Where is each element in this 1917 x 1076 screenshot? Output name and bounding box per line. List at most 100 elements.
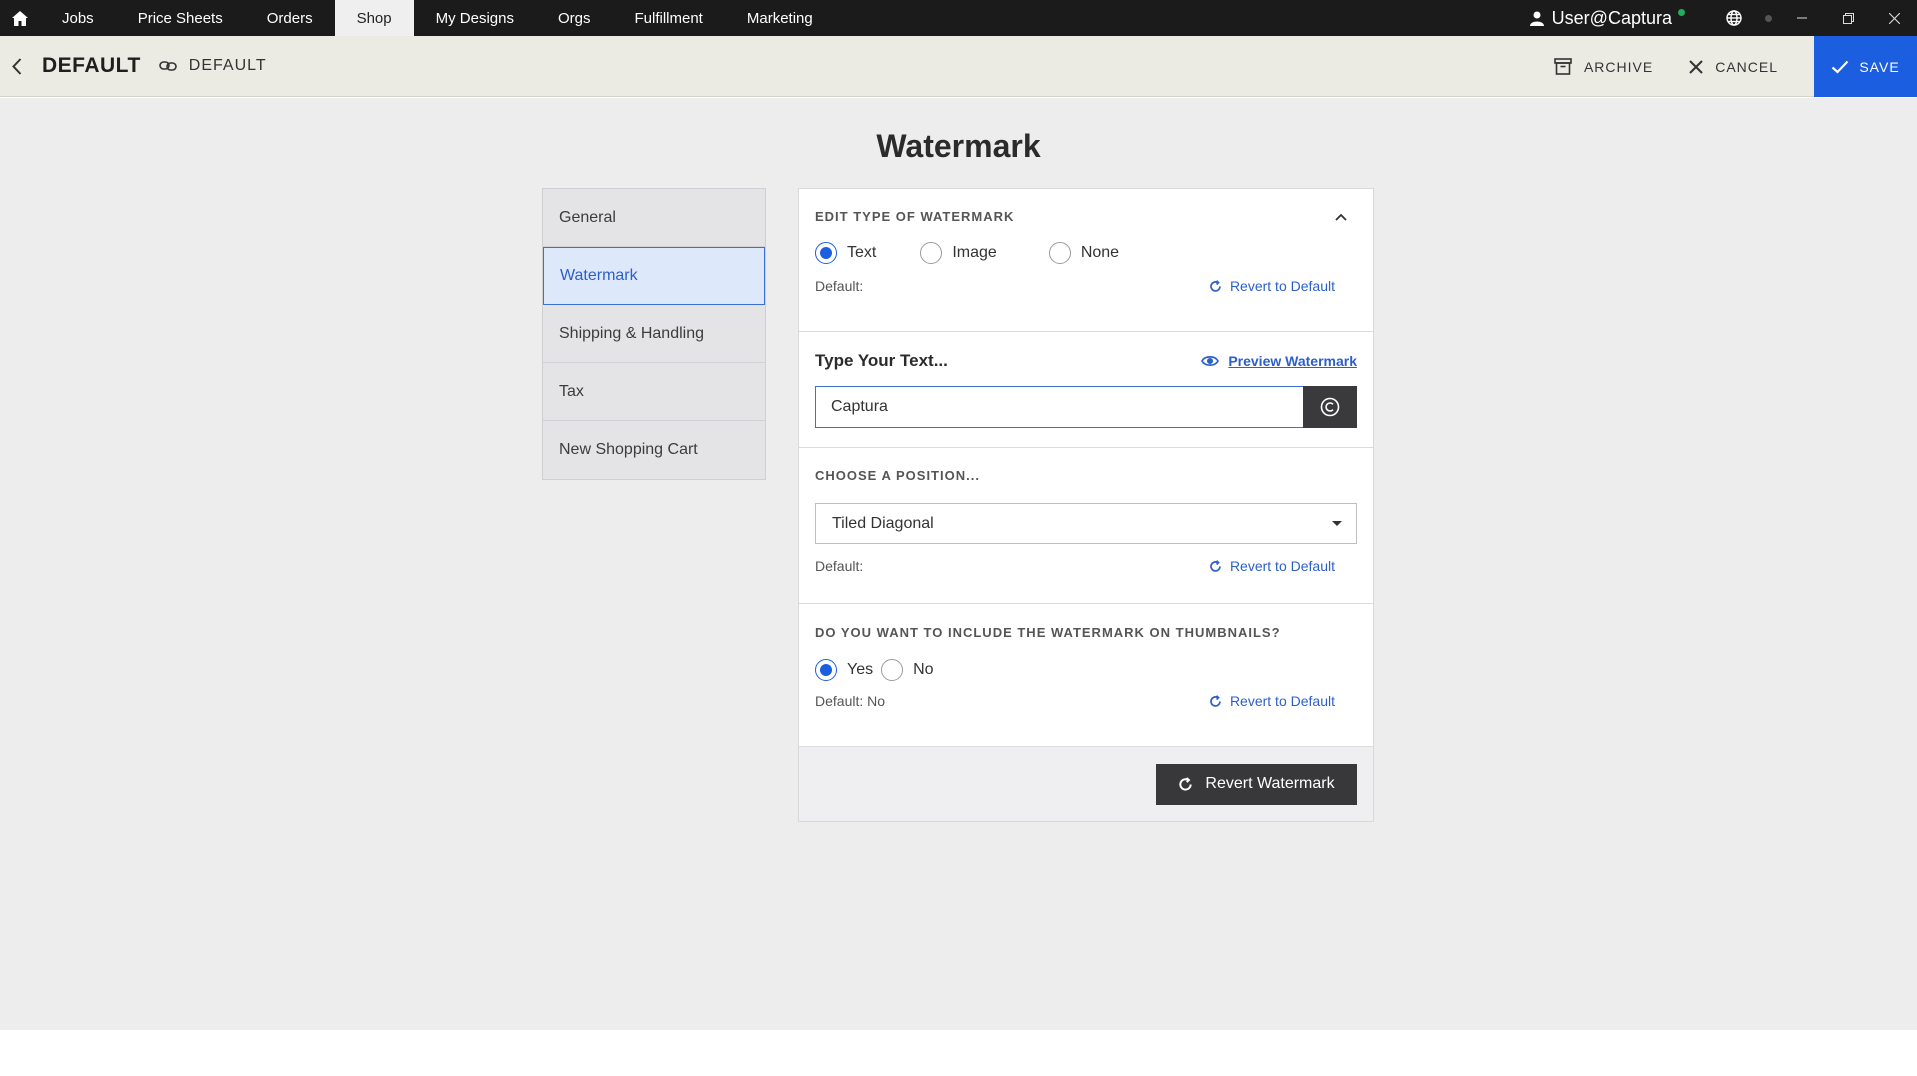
nav-jobs[interactable]: Jobs — [40, 0, 116, 36]
archive-button[interactable]: ARCHIVE — [1554, 58, 1653, 75]
nav-shop[interactable]: Shop — [334, 0, 414, 36]
radio-yes-label: Yes — [847, 661, 874, 678]
archive-icon — [1554, 58, 1572, 75]
cancel-button[interactable]: CANCEL — [1689, 59, 1778, 75]
position-selected-value: Tiled Diagonal — [832, 514, 934, 532]
position-revert-label: Revert to Default — [1229, 558, 1335, 574]
thumbnails-title: DO YOU WANT TO INCLUDE THE WATERMARK ON … — [815, 625, 1281, 640]
sidebar-item-shipping-handling[interactable]: Shipping & Handling — [543, 305, 765, 363]
cancel-label: CANCEL — [1715, 58, 1778, 75]
type-revert-to-default[interactable]: Revert to Default — [1209, 278, 1335, 294]
radio-circle — [1048, 242, 1071, 264]
nav-my-designs[interactable]: My Designs — [414, 0, 536, 36]
eye-icon — [1201, 356, 1220, 366]
refresh-icon — [1179, 776, 1193, 791]
user-name: User@Captura — [1551, 7, 1672, 28]
minimize-icon — [1797, 17, 1807, 19]
header-actions: ARCHIVE CANCEL SAVE — [1554, 36, 1917, 97]
watermark-type-title: EDIT TYPE OF WATERMARK — [815, 209, 1015, 224]
watermark-position-section: CHOOSE A POSITION... Tiled Diagonal Defa… — [799, 448, 1373, 604]
radio-image[interactable]: Image — [920, 242, 997, 264]
copyright-icon — [1320, 397, 1340, 417]
preview-watermark-label: Preview Watermark — [1228, 353, 1357, 369]
restore-button[interactable] — [1825, 0, 1871, 36]
caret-down-icon — [1332, 521, 1342, 526]
refresh-icon — [1210, 559, 1221, 572]
settings-sidebar: General Watermark Shipping & Handling Ta… — [542, 188, 766, 480]
radio-text[interactable]: Text — [815, 242, 876, 264]
watermark-type-section: EDIT TYPE OF WATERMARK Text Image None D… — [799, 189, 1373, 332]
online-status-dot — [1678, 8, 1685, 16]
restore-icon — [1842, 12, 1854, 24]
nav-fulfillment[interactable]: Fulfillment — [613, 0, 725, 36]
copyright-symbol-button[interactable] — [1303, 386, 1357, 428]
type-your-text-label: Type Your Text... — [815, 351, 948, 370]
radio-circle — [881, 659, 904, 681]
top-navigation: Jobs Price Sheets Orders Shop My Designs… — [0, 0, 1917, 36]
linked-name: DEFAULT — [188, 57, 267, 74]
refresh-icon — [1210, 694, 1221, 707]
radio-circle — [920, 242, 943, 264]
nav-orgs[interactable]: Orgs — [536, 0, 613, 36]
position-select[interactable]: Tiled Diagonal — [815, 503, 1357, 544]
watermark-thumbnails-section: DO YOU WANT TO INCLUDE THE WATERMARK ON … — [799, 604, 1373, 747]
watermark-text-input[interactable] — [815, 386, 1303, 428]
revert-watermark-button[interactable]: Revert Watermark — [1156, 763, 1357, 805]
position-title: CHOOSE A POSITION... — [815, 468, 980, 483]
radio-circle — [815, 659, 837, 681]
radio-none-label: None — [1080, 244, 1120, 261]
close-icon — [1888, 12, 1900, 24]
check-icon — [1832, 60, 1849, 74]
revert-watermark-label: Revert Watermark — [1205, 775, 1335, 792]
radio-none[interactable]: None — [1048, 242, 1120, 264]
sidebar-item-tax[interactable]: Tax — [543, 363, 765, 421]
position-default-value: Default: — [815, 558, 864, 574]
type-revert-label: Revert to Default — [1229, 278, 1335, 294]
refresh-icon — [1210, 279, 1221, 292]
language-button[interactable] — [1711, 0, 1757, 36]
thumbnails-default-value: Default: No — [815, 693, 886, 709]
radio-no-label: No — [913, 661, 934, 678]
type-default-value: Default: — [815, 278, 864, 294]
sub-header: DEFAULT DEFAULT ARCHIVE CANCEL SAVE — [0, 36, 1917, 97]
position-revert-to-default[interactable]: Revert to Default — [1209, 558, 1335, 574]
dot-icon — [1764, 14, 1772, 22]
radio-yes[interactable]: Yes — [815, 659, 873, 681]
link-icon — [158, 61, 177, 71]
watermark-panel: EDIT TYPE OF WATERMARK Text Image None D… — [798, 188, 1374, 822]
user-icon — [1529, 11, 1544, 26]
back-button[interactable] — [2, 36, 32, 97]
nav-marketing[interactable]: Marketing — [725, 0, 835, 36]
archive-label: ARCHIVE — [1583, 58, 1654, 75]
home-icon — [12, 10, 28, 26]
radio-circle — [815, 242, 837, 264]
save-button[interactable]: SAVE — [1814, 36, 1917, 97]
home-button[interactable] — [0, 0, 40, 36]
chevron-up-icon[interactable] — [1335, 213, 1347, 221]
main-content: Watermark General Watermark Shipping & H… — [0, 98, 1917, 1030]
chevron-left-icon — [12, 57, 22, 75]
panel-footer: Revert Watermark — [799, 747, 1373, 821]
save-label: SAVE — [1859, 58, 1900, 75]
globe-icon — [1726, 10, 1742, 26]
close-icon — [1689, 59, 1703, 74]
nav-orders[interactable]: Orders — [245, 0, 335, 36]
thumbnails-revert-to-default[interactable]: Revert to Default — [1209, 693, 1335, 709]
status-indicator — [1757, 0, 1779, 36]
user-menu[interactable]: User@Captura — [1529, 7, 1685, 29]
preview-watermark-link[interactable]: Preview Watermark — [1201, 353, 1357, 369]
radio-text-label: Text — [847, 244, 877, 261]
close-window-button[interactable] — [1871, 0, 1917, 36]
top-right-controls: User@Captura — [1529, 0, 1917, 36]
radio-image-label: Image — [952, 244, 997, 261]
nav-price-sheets[interactable]: Price Sheets — [116, 0, 245, 36]
sidebar-item-new-shopping-cart[interactable]: New Shopping Cart — [543, 421, 765, 479]
page-title: DEFAULT — [42, 54, 141, 77]
link-button[interactable] — [158, 60, 177, 72]
sidebar-item-general[interactable]: General — [543, 189, 765, 247]
radio-no[interactable]: No — [881, 659, 934, 681]
thumbnails-revert-label: Revert to Default — [1229, 693, 1335, 709]
minimize-button[interactable] — [1779, 0, 1825, 36]
sidebar-item-watermark[interactable]: Watermark — [543, 247, 765, 305]
section-heading: Watermark — [876, 128, 1041, 164]
